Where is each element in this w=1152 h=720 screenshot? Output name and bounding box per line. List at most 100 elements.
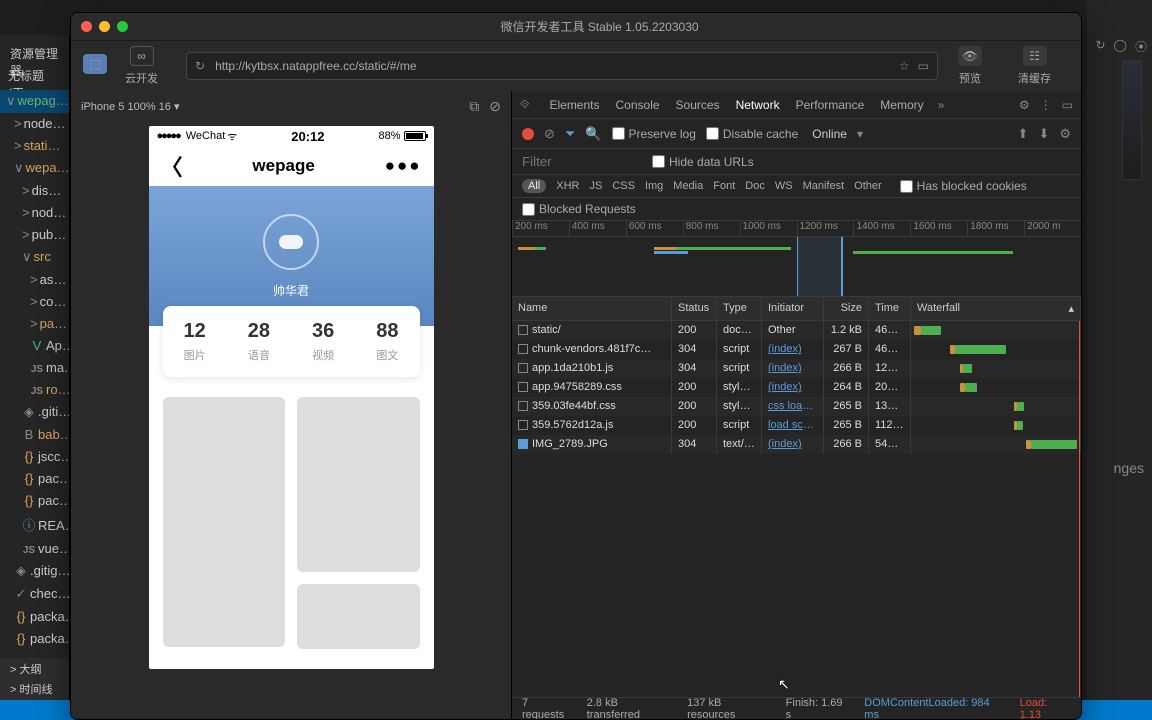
zoom-icon[interactable] bbox=[117, 21, 128, 32]
type-filter[interactable]: Doc bbox=[745, 180, 765, 192]
devtools-tab[interactable]: Performance bbox=[796, 98, 865, 112]
search-icon[interactable]: 🔍 bbox=[585, 126, 601, 142]
network-row[interactable]: app.1da210b1.js304script(index)266 B121 … bbox=[512, 359, 1081, 378]
page-button[interactable]: ⬚ bbox=[83, 54, 107, 78]
close-icon[interactable] bbox=[81, 21, 92, 32]
device-selector[interactable]: iPhone 5 100% 16 ▾ bbox=[81, 100, 179, 113]
settings-icon[interactable]: ⚙ bbox=[1019, 98, 1030, 112]
tree-item[interactable]: {}pac… bbox=[0, 468, 69, 490]
clear-icon[interactable]: ⊘ bbox=[544, 126, 555, 142]
tree-item[interactable]: >pub… bbox=[0, 224, 69, 246]
col-status[interactable]: Status bbox=[672, 297, 717, 320]
devtools-tab[interactable]: Memory bbox=[880, 98, 923, 112]
back-icon[interactable]: 〈 bbox=[161, 150, 183, 182]
filter-input[interactable] bbox=[522, 154, 642, 169]
network-row[interactable]: IMG_2789.JPG304text/…(index)266 B548 … bbox=[512, 435, 1081, 454]
col-type[interactable]: Type bbox=[717, 297, 762, 320]
tree-item[interactable]: >pa… bbox=[0, 313, 69, 335]
preserve-log-check[interactable]: Preserve log bbox=[612, 127, 696, 141]
more-tabs-icon[interactable]: » bbox=[938, 98, 945, 112]
blocked-cookies-check[interactable]: Has blocked cookies bbox=[900, 179, 1027, 193]
minimize-icon[interactable] bbox=[99, 21, 110, 32]
ext-icon[interactable]: ↻ bbox=[1095, 38, 1105, 55]
url-input[interactable] bbox=[215, 59, 891, 73]
ext-icon[interactable]: ⦿ bbox=[1135, 38, 1147, 55]
timeline-overview[interactable] bbox=[512, 237, 1081, 297]
tree-item[interactable]: ◈.giti… bbox=[0, 401, 69, 424]
card-icon[interactable]: ▭ bbox=[918, 59, 929, 73]
network-row[interactable]: static/200docu…Other1.2 kB461 … bbox=[512, 321, 1081, 340]
type-filter[interactable]: WS bbox=[775, 180, 793, 192]
timeline-header[interactable]: > 时间线 bbox=[0, 678, 69, 700]
col-waterfall[interactable]: Waterfall▴ bbox=[911, 297, 1081, 320]
tree-item[interactable]: JSma… bbox=[0, 357, 69, 379]
more-icon[interactable]: ●●● bbox=[385, 156, 422, 176]
upload-icon[interactable]: ⬆ bbox=[1018, 126, 1029, 142]
tree-item[interactable]: {}packa… bbox=[0, 628, 69, 650]
tree-item[interactable]: ∨wepag… bbox=[0, 90, 69, 113]
hide-data-urls-check[interactable]: Hide data URLs bbox=[652, 155, 754, 169]
tree-item[interactable]: ∨wepa… bbox=[0, 157, 69, 180]
type-filter[interactable]: Media bbox=[673, 180, 703, 192]
tree-item[interactable]: JSro… bbox=[0, 379, 69, 401]
ext-icon[interactable]: ◯ bbox=[1114, 38, 1127, 55]
tree-item[interactable]: ✓chec… bbox=[0, 583, 69, 606]
tree-item[interactable]: ◈.gitig… bbox=[0, 560, 69, 583]
star-icon[interactable]: ☆ bbox=[899, 59, 910, 73]
col-name[interactable]: Name bbox=[512, 297, 672, 320]
cloud-dev-button[interactable]: ∞云开发 bbox=[125, 46, 158, 86]
preview-button[interactable]: 👁预览 bbox=[958, 46, 982, 86]
panel-icon[interactable]: ▭ bbox=[1062, 98, 1073, 112]
tree-item[interactable]: ∨src bbox=[0, 246, 69, 269]
type-filter[interactable]: Other bbox=[854, 180, 882, 192]
network-row[interactable]: 359.5762d12a.js200scriptload script…265 … bbox=[512, 416, 1081, 435]
devtools-tab[interactable]: Network bbox=[736, 98, 780, 112]
type-filter[interactable]: JS bbox=[589, 180, 602, 192]
tree-item[interactable]: JSvue… bbox=[0, 538, 69, 560]
disable-cache-check[interactable]: Disable cache bbox=[706, 127, 798, 141]
download-icon[interactable]: ⬇ bbox=[1038, 126, 1049, 142]
rotate-icon[interactable]: ⧉ bbox=[469, 98, 479, 115]
blocked-requests-check[interactable]: Blocked Requests bbox=[522, 202, 1071, 216]
devtools-tab[interactable]: Elements bbox=[549, 98, 599, 112]
inspect-icon[interactable]: ⊘ bbox=[489, 98, 501, 115]
type-filter[interactable]: XHR bbox=[556, 180, 579, 192]
tree-item[interactable]: VAp… bbox=[0, 335, 69, 357]
network-row[interactable]: chunk-vendors.481f7c…304script(index)267… bbox=[512, 340, 1081, 359]
titlebar[interactable]: 微信开发者工具 Stable 1.05.2203030 bbox=[71, 13, 1081, 41]
stat-item[interactable]: 36视频 bbox=[291, 320, 355, 363]
tree-item[interactable]: Bbab… bbox=[0, 424, 69, 446]
tree-item[interactable]: >stati… bbox=[0, 135, 69, 157]
tree-item[interactable]: >as… bbox=[0, 269, 69, 291]
reload-icon[interactable]: ↻ bbox=[195, 59, 205, 73]
inspect-element-icon[interactable]: ⟐ bbox=[520, 97, 529, 112]
col-size[interactable]: Size bbox=[824, 297, 869, 320]
type-filter[interactable]: Img bbox=[645, 180, 663, 192]
outline-header[interactable]: > 大纲 bbox=[0, 658, 69, 680]
tree-item[interactable]: >node… bbox=[0, 113, 69, 135]
network-row[interactable]: 359.03fe44bf.css200style…css loadin…265 … bbox=[512, 397, 1081, 416]
type-filter[interactable]: CSS bbox=[612, 180, 635, 192]
stat-item[interactable]: 88图文 bbox=[355, 320, 419, 363]
clear-cache-button[interactable]: ☷清缓存 bbox=[1018, 46, 1051, 86]
network-row[interactable]: app.94758289.css200style…(index)264 B204… bbox=[512, 378, 1081, 397]
tree-item[interactable]: >dis… bbox=[0, 180, 69, 202]
settings-icon[interactable]: ⚙ bbox=[1059, 126, 1071, 142]
type-filter[interactable]: All bbox=[522, 179, 546, 193]
stat-item[interactable]: 28语音 bbox=[227, 320, 291, 363]
stat-item[interactable]: 12图片 bbox=[163, 320, 227, 363]
devtools-tab[interactable]: Sources bbox=[676, 98, 720, 112]
col-time[interactable]: Time bbox=[869, 297, 911, 320]
type-filter[interactable]: Manifest bbox=[803, 180, 845, 192]
tree-item[interactable]: {}pac… bbox=[0, 490, 69, 512]
tree-item[interactable]: {}packa… bbox=[0, 606, 69, 628]
tree-item[interactable]: >nod… bbox=[0, 202, 69, 224]
record-icon[interactable] bbox=[522, 128, 534, 140]
tree-item[interactable]: ⓘREA… bbox=[0, 512, 69, 538]
throttle-select[interactable]: Online bbox=[812, 127, 847, 141]
type-filter[interactable]: Font bbox=[713, 180, 735, 192]
filter-icon[interactable]: ⏷ bbox=[565, 126, 575, 142]
tree-item[interactable]: >co… bbox=[0, 291, 69, 313]
tree-item[interactable]: {}jscc… bbox=[0, 446, 69, 468]
col-initiator[interactable]: Initiator bbox=[762, 297, 824, 320]
